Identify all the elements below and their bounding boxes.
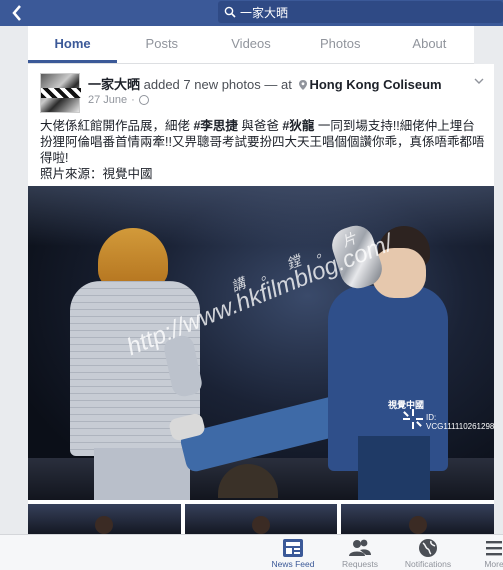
nav-label: Requests (342, 559, 378, 569)
post-text-segment: 大佬係紅館開作品展，細佬 (40, 119, 194, 133)
tab-videos[interactable]: Videos (206, 26, 295, 63)
page-tabs: Home Posts Videos Photos About (28, 26, 474, 64)
nav-news-feed[interactable]: News Feed (261, 535, 325, 570)
location-pin-icon (299, 80, 308, 90)
post-text-segment: 與爸爸 (237, 119, 283, 133)
public-globe-icon (138, 95, 149, 105)
globe-notifications-icon (419, 539, 437, 557)
search-icon (224, 6, 236, 18)
tab-about[interactable]: About (385, 26, 474, 63)
search-query: 一家大晒 (240, 5, 289, 20)
post-meta: 27 June · (88, 94, 149, 106)
friend-requests-icon (349, 539, 371, 556)
nav-requests[interactable]: Requests (328, 535, 392, 570)
photo-thumbnail[interactable] (28, 504, 181, 534)
nav-more[interactable]: More (462, 535, 503, 570)
top-bar: 一家大晒 (0, 0, 503, 26)
nav-label: Notifications (404, 559, 452, 569)
hashtag-link[interactable]: #李思捷 (193, 119, 237, 133)
photo-thumbnail[interactable] (341, 504, 494, 534)
nav-notifications[interactable]: Notifications (396, 535, 460, 570)
photo-credit: 照片來源：視覺中國 (40, 167, 153, 181)
main-photo[interactable]: 講 。 鏜 。 片 http://www.hkfilmblog.com/ 視覺中… (28, 186, 494, 500)
page-name-link[interactable]: 一家大晒 (88, 77, 140, 92)
back-button[interactable] (6, 1, 28, 25)
vcg-photo-id: ID: VCG111110261298 (426, 413, 494, 431)
vcg-flower-icon (403, 409, 423, 429)
location-link[interactable]: Hong Kong Coliseum (309, 77, 441, 92)
search-field[interactable]: 一家大晒 (218, 1, 503, 23)
menu-icon (486, 541, 502, 556)
tab-posts[interactable]: Posts (117, 26, 206, 63)
post-card: 一家大晒 added 7 new photos — at Hong Kong C… (28, 64, 494, 534)
bottom-nav: News Feed Requests Notifications More (0, 534, 503, 570)
tab-photos[interactable]: Photos (296, 26, 385, 63)
page-avatar[interactable] (40, 73, 81, 113)
post-action-text: added 7 new photos — at (143, 77, 292, 92)
photo-thumbnails (28, 504, 494, 534)
chevron-down-icon[interactable] (474, 78, 484, 84)
hashtag-link[interactable]: #狄龍 (282, 119, 314, 133)
news-feed-icon (283, 539, 303, 557)
photo-thumbnail[interactable] (184, 504, 338, 534)
chevron-left-icon (12, 5, 21, 21)
nav-label: More (484, 559, 503, 569)
post-date[interactable]: 27 June (88, 94, 127, 106)
post-header: 一家大晒 added 7 new photos — at Hong Kong C… (88, 74, 442, 93)
tab-home[interactable]: Home (28, 26, 118, 63)
nav-label: News Feed (271, 559, 315, 569)
post-body: 大佬係紅館開作品展，細佬 #李思捷 與爸爸 #狄龍 一同到場支持!!細佬仲上埋台… (40, 118, 486, 182)
